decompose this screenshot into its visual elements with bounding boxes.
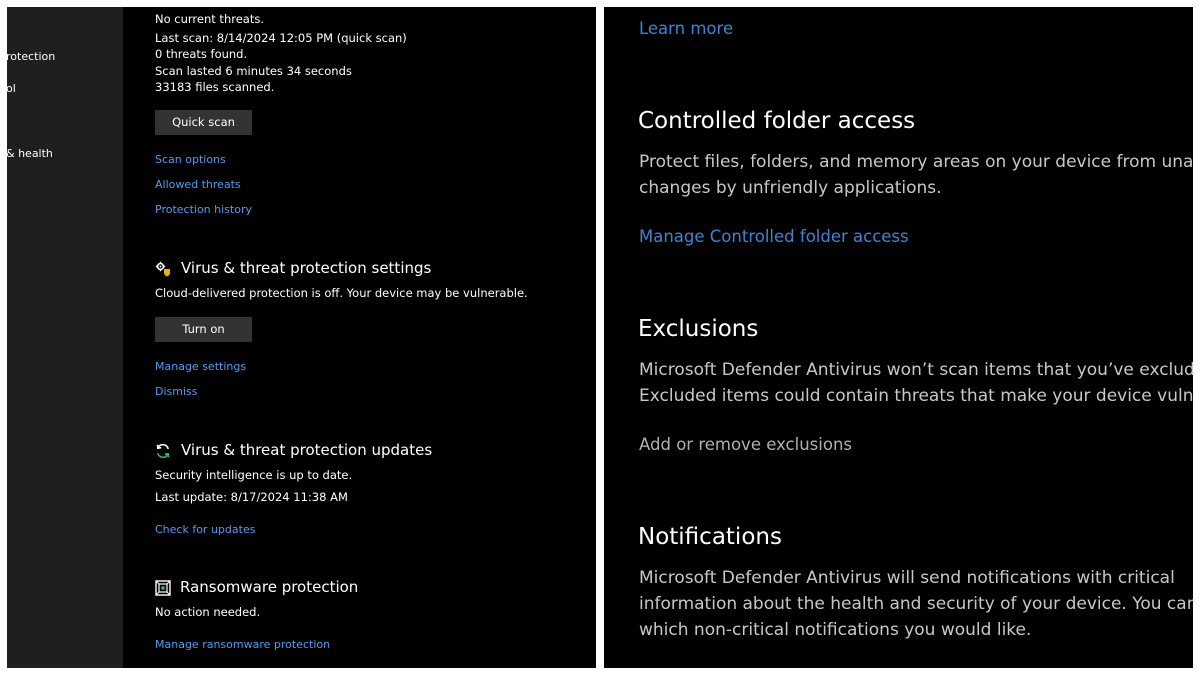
- ransomware-status: No action needed.: [155, 605, 261, 619]
- add-remove-exclusions-link[interactable]: Add or remove exclusions: [639, 435, 852, 454]
- last-update: Last update: 8/17/2024 11:38 AM: [155, 490, 348, 504]
- cfa-title: Controlled folder access: [638, 108, 916, 134]
- windows-security-panel: rotection ol & health No current threats…: [7, 7, 596, 668]
- cfa-description-line2: changes by unfriendly applications.: [639, 178, 942, 198]
- updates-title: Virus & threat protection updates: [181, 441, 433, 459]
- last-scan: Last scan: 8/14/2024 12:05 PM (quick sca…: [155, 31, 407, 45]
- notifications-description-line2: information about the health and securit…: [639, 594, 1193, 614]
- ransomware-icon: [155, 580, 171, 596]
- dismiss-link[interactable]: Dismiss: [155, 385, 198, 398]
- cfa-description-line1: Protect files, folders, and memory areas…: [639, 152, 1193, 172]
- files-scanned: 33183 files scanned.: [155, 80, 275, 94]
- updates-status: Security intelligence is up to date.: [155, 468, 353, 482]
- sidebar-item-device-health[interactable]: & health: [7, 147, 53, 160]
- sidebar-item-virus-protection[interactable]: rotection: [7, 50, 55, 63]
- scan-status: No current threats.: [155, 12, 264, 26]
- refresh-icon: [155, 443, 171, 459]
- allowed-threats-link[interactable]: Allowed threats: [155, 178, 241, 191]
- notifications-description-line3: which non-critical notifications you wou…: [639, 620, 1032, 640]
- scan-duration: Scan lasted 6 minutes 34 seconds: [155, 64, 352, 78]
- settings-description: Cloud-delivered protection is off. Your …: [155, 286, 528, 300]
- exclusions-description-line1: Microsoft Defender Antivirus won’t scan …: [639, 360, 1193, 380]
- notifications-description-line1: Microsoft Defender Antivirus will send n…: [639, 568, 1175, 588]
- sidebar: rotection ol & health: [7, 7, 123, 668]
- zoomed-settings-panel: Learn more Controlled folder access Prot…: [604, 7, 1193, 668]
- protection-history-link[interactable]: Protection history: [155, 203, 252, 216]
- gear-shield-icon: [155, 261, 171, 277]
- manage-settings-link[interactable]: Manage settings: [155, 360, 246, 373]
- notifications-title: Notifications: [638, 524, 782, 550]
- manage-ransomware-link[interactable]: Manage ransomware protection: [155, 638, 330, 651]
- settings-title: Virus & threat protection settings: [181, 259, 432, 277]
- exclusions-description-line2: Excluded items could contain threats tha…: [639, 386, 1193, 406]
- ransomware-title: Ransomware protection: [180, 578, 359, 596]
- threats-found: 0 threats found.: [155, 47, 248, 61]
- scan-options-link[interactable]: Scan options: [155, 153, 226, 166]
- check-for-updates-link[interactable]: Check for updates: [155, 523, 255, 536]
- learn-more-link[interactable]: Learn more: [639, 19, 733, 38]
- exclusions-title: Exclusions: [638, 316, 759, 342]
- main-content: No current threats. Last scan: 8/14/2024…: [155, 7, 595, 668]
- turn-on-button[interactable]: Turn on: [155, 317, 252, 342]
- sidebar-item-app-control[interactable]: ol: [7, 82, 16, 95]
- quick-scan-button[interactable]: Quick scan: [155, 110, 252, 135]
- manage-cfa-link[interactable]: Manage Controlled folder access: [639, 227, 909, 246]
